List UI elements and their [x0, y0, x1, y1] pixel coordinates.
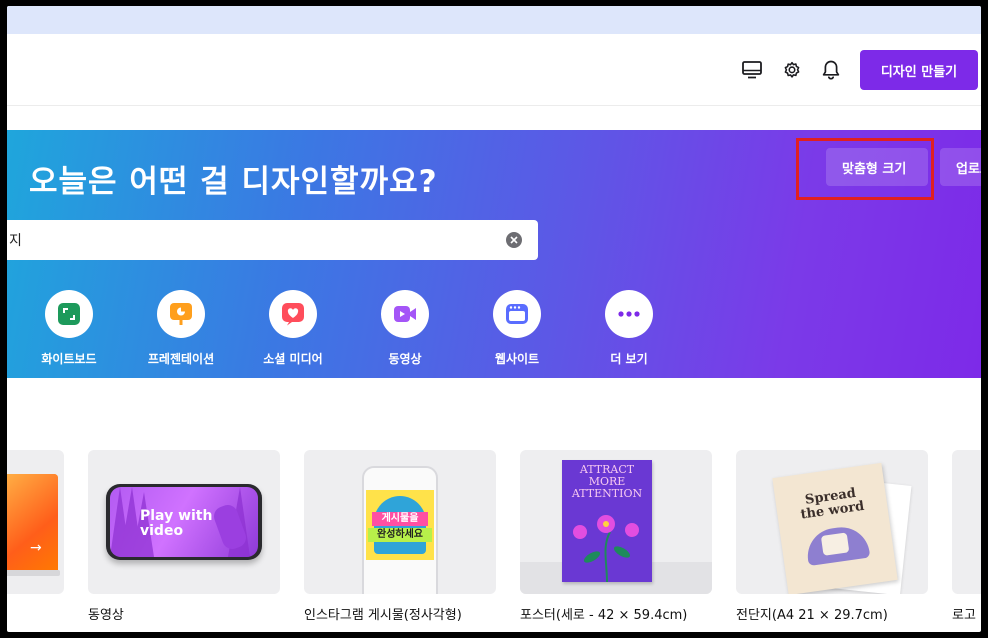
app-window: 디자인 만들기 오늘은 어떤 걸 디자인할까요? 맞춤형 크기 업로드: [7, 6, 981, 632]
template-card-instagram-post[interactable]: 게시물을 완성하세요 인스타그램 게시물(정사각형): [304, 450, 496, 623]
category-presentation[interactable]: 프레젠테이션: [126, 290, 236, 367]
category-more[interactable]: 더 보기: [574, 290, 684, 367]
top-header: 디자인 만들기: [7, 34, 981, 106]
category-label: 동영상: [388, 352, 422, 366]
template-thumbnail: Spread the word: [736, 450, 928, 594]
template-thumbnail: Play with video: [88, 450, 280, 594]
more-icon: [618, 311, 640, 317]
search-bar: [7, 220, 538, 260]
video-icon: [394, 306, 416, 322]
thumb-text: Play with video: [140, 508, 213, 539]
clear-search-icon[interactable]: [506, 232, 522, 248]
presentation-icon: [170, 303, 192, 325]
thumb-text: ATTRACT MORE ATTENTION: [571, 463, 643, 500]
template-label: 동영상: [88, 608, 124, 623]
create-design-button[interactable]: 디자인 만들기: [860, 50, 978, 90]
browser-top-strip: [7, 6, 981, 34]
template-card-flyer[interactable]: Spread the word 전단지(A4 21 × 29.7cm): [736, 450, 928, 623]
thumb-text-1: 게시물을: [372, 512, 428, 526]
whiteboard-icon: [58, 303, 80, 325]
bell-icon[interactable]: [817, 56, 845, 84]
template-label: 인스타그램 게시물(정사각형): [304, 608, 462, 623]
category-label: 프레젠테이션: [147, 352, 215, 366]
category-label: 화이트보드: [41, 352, 97, 366]
gear-icon[interactable]: [778, 56, 806, 84]
category-website[interactable]: 웹사이트: [462, 290, 572, 367]
upload-button[interactable]: 업로드: [940, 148, 981, 186]
category-label: 더 보기: [610, 352, 648, 366]
template-card-video[interactable]: Play with video 동영상: [88, 450, 280, 623]
thumb-text-2: 완성하세요: [368, 528, 432, 542]
template-label: 로고: [952, 608, 976, 623]
template-label: 전단지(A4 21 × 29.7cm): [736, 608, 888, 623]
template-card-logo[interactable]: 로고: [952, 450, 981, 623]
hero-title: 오늘은 어떤 걸 디자인할까요?: [29, 164, 438, 200]
category-video[interactable]: 동영상: [350, 290, 460, 367]
category-label: 웹사이트: [494, 352, 540, 366]
template-thumbnail: →: [7, 450, 64, 594]
template-card-poster[interactable]: ATTRACT MORE ATTENTION 포스터(세로 - 42 × 59.…: [520, 450, 712, 623]
template-card-partial[interactable]: →: [7, 450, 64, 594]
search-input[interactable]: [7, 232, 487, 248]
template-thumbnail: 게시물을 완성하세요: [304, 450, 496, 594]
template-label: 포스터(세로 - 42 × 59.4cm): [520, 608, 688, 623]
hero-banner: 오늘은 어떤 걸 디자인할까요? 맞춤형 크기 업로드 화이트보드: [7, 130, 981, 378]
category-label: 소셜 미디어: [263, 352, 323, 366]
desktop-icon[interactable]: [738, 56, 766, 84]
template-thumbnail: ATTRACT MORE ATTENTION: [520, 450, 712, 594]
website-icon: [506, 304, 528, 324]
heart-icon: [282, 303, 304, 326]
custom-size-button[interactable]: 맞춤형 크기: [826, 148, 928, 186]
category-whiteboard[interactable]: 화이트보드: [14, 290, 124, 367]
category-social-media[interactable]: 소셜 미디어: [238, 290, 348, 367]
arrow-right-icon: →: [30, 540, 42, 556]
template-thumbnail: [952, 450, 981, 594]
